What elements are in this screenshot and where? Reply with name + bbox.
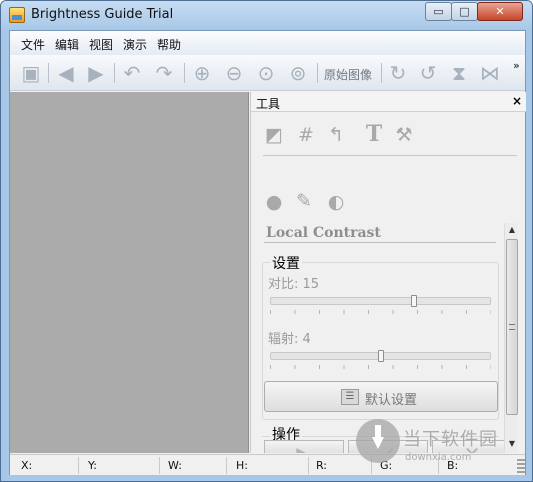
crop-icon[interactable]: ◩ — [262, 123, 286, 147]
play-button[interactable]: ▶ — [264, 440, 344, 453]
rotate-left-icon[interactable]: ↺ — [416, 61, 440, 85]
watermark-text: 当下软件园 — [403, 429, 498, 450]
close-button[interactable]: ✕ — [477, 2, 523, 21]
scroll-thumb[interactable] — [506, 239, 518, 415]
zoom-actual-icon[interactable]: ⊚ — [286, 61, 310, 85]
download-logo-icon — [356, 419, 400, 463]
redo-icon[interactable]: ↷ — [152, 61, 176, 85]
image-canvas[interactable] — [10, 92, 249, 453]
status-separator — [308, 457, 309, 474]
toolbar-separator — [48, 63, 49, 83]
zoom-fit-icon[interactable]: ⊙ — [254, 61, 278, 85]
contrast-slider[interactable] — [270, 295, 491, 307]
toolbar-separator — [184, 63, 185, 83]
panel-title: 工具 — [256, 97, 281, 111]
scroll-up-icon[interactable]: ▲ — [505, 223, 519, 237]
section-title: Local Contrast — [266, 225, 381, 241]
menu-help[interactable]: 帮助 — [157, 36, 181, 53]
scroll-grip-icon — [509, 324, 515, 330]
client-area: 文件 编辑 视图 演示 帮助 ▣ ◀ ▶ ↶ ↷ ⊕ ⊖ ⊙ ⊚ 原始图像 ↻ … — [9, 30, 526, 475]
toolbar-separator — [381, 63, 382, 83]
zoom-in-icon[interactable]: ⊕ — [190, 61, 214, 85]
status-w: W: — [168, 459, 182, 472]
window-title: Brightness Guide Trial — [31, 7, 174, 22]
menu-demo[interactable]: 演示 — [123, 36, 147, 53]
brush-icon[interactable]: ✎ — [292, 189, 316, 213]
title-bar[interactable]: Brightness Guide Trial ▭ □ ✕ — [1, 1, 532, 30]
contrast-slider-thumb[interactable] — [411, 295, 417, 307]
text-tool-icon[interactable]: T — [362, 122, 386, 146]
watermark: 当下软件园 downxia.com — [356, 419, 526, 475]
save-icon[interactable]: ▣ — [19, 61, 43, 85]
radius-label: 辐射: 4 — [268, 332, 311, 347]
section-divider — [264, 242, 496, 243]
forward-arrow-icon[interactable]: ▶ — [84, 61, 108, 85]
light-bulb-icon[interactable]: ● — [262, 190, 286, 214]
panel-divider — [263, 155, 517, 156]
menu-view[interactable]: 视图 — [89, 36, 113, 53]
status-y: Y: — [88, 459, 97, 472]
status-x: X: — [21, 459, 33, 472]
menu-edit[interactable]: 编辑 — [55, 36, 79, 53]
app-icon — [9, 7, 25, 23]
return-arrow-icon[interactable]: ↰ — [324, 123, 348, 147]
minimize-button[interactable]: ▭ — [425, 2, 452, 21]
contrast-label: 对比: 15 — [268, 277, 320, 292]
watermark-url: downxia.com — [405, 452, 472, 463]
zoom-out-icon[interactable]: ⊖ — [222, 61, 246, 85]
wrench-icon[interactable]: ⚒ — [392, 123, 416, 147]
toolbar: ▣ ◀ ▶ ↶ ↷ ⊕ ⊖ ⊙ ⊚ 原始图像 ↻ ↺ ⧗ ⋈ » — [10, 55, 525, 91]
default-settings-button[interactable]: ☰ 默认设置 — [264, 381, 498, 412]
flip-vertical-icon[interactable]: ⧗ — [447, 61, 471, 85]
status-r: R: — [316, 459, 328, 472]
menu-file[interactable]: 文件 — [21, 36, 45, 53]
app-window: Brightness Guide Trial ▭ □ ✕ 文件 编辑 视图 演示… — [0, 0, 533, 482]
status-separator — [159, 457, 160, 474]
default-settings-label: 默认设置 — [365, 393, 418, 408]
radius-slider-thumb[interactable] — [378, 350, 384, 362]
rotate-right-icon[interactable]: ↻ — [386, 61, 410, 85]
radius-ticks — [270, 365, 491, 369]
undo-icon[interactable]: ↶ — [120, 61, 144, 85]
toolbar-overflow-icon[interactable]: » — [513, 59, 520, 72]
toolbar-separator — [114, 63, 115, 83]
panel-header: 工具 × — [251, 92, 526, 112]
color-circles-icon[interactable]: ◐ — [324, 190, 348, 214]
grid-icon[interactable]: # — [294, 123, 318, 147]
maximize-button[interactable]: □ — [451, 2, 478, 21]
settings-group-label: 设置 — [270, 253, 302, 273]
toolbar-separator — [317, 63, 318, 83]
flip-horizontal-icon[interactable]: ⋈ — [478, 61, 502, 85]
status-separator — [78, 457, 79, 474]
back-arrow-icon[interactable]: ◀ — [54, 61, 78, 85]
status-h: H: — [236, 459, 248, 472]
status-separator — [226, 457, 227, 474]
panel-close-button[interactable]: × — [512, 94, 522, 108]
radius-slider[interactable] — [270, 350, 491, 362]
reset-settings-icon: ☰ — [341, 389, 359, 405]
tools-panel: 工具 × ◩ # ↰ T ⚒ ● ✎ ◐ Local Contrast 设置 对… — [250, 92, 526, 453]
original-image-button[interactable]: 原始图像 — [324, 66, 372, 83]
contrast-ticks — [270, 310, 491, 314]
menu-bar: 文件 编辑 视图 演示 帮助 — [10, 31, 525, 55]
